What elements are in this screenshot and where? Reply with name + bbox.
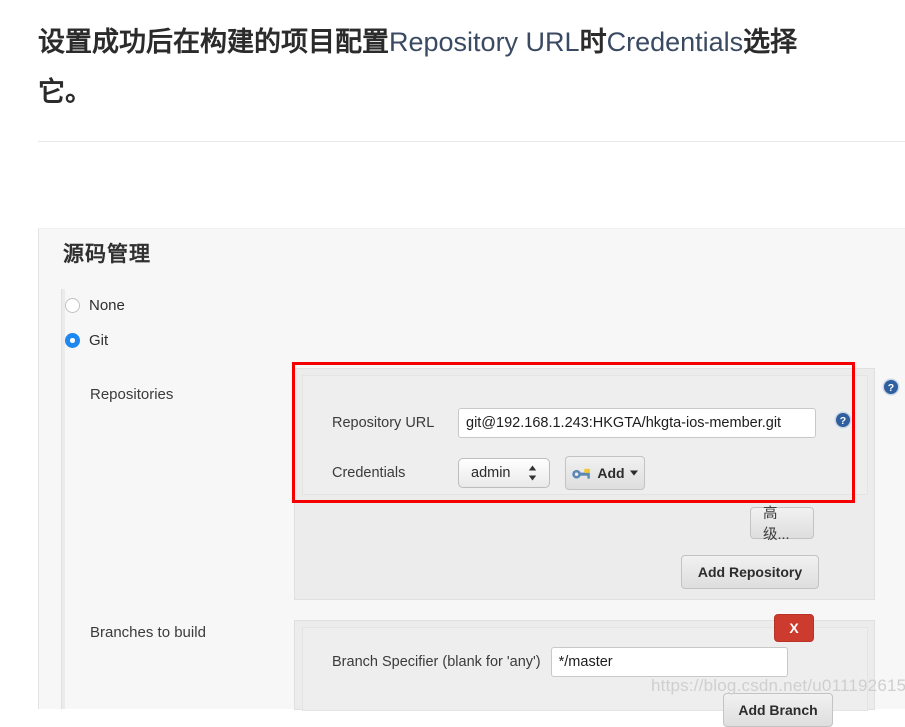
radio-group-rail bbox=[61, 289, 65, 709]
repository-url-row: Repository URL bbox=[332, 408, 816, 438]
branch-specifier-label: Branch Specifier (blank for 'any') bbox=[332, 654, 541, 670]
credentials-select[interactable]: admin bbox=[458, 458, 550, 488]
heading-en-repository-url: Repository URL bbox=[389, 27, 580, 57]
radio-none-icon[interactable] bbox=[65, 298, 80, 313]
scm-option-git[interactable]: Git bbox=[65, 332, 108, 349]
add-branch-button[interactable]: Add Branch bbox=[723, 693, 833, 727]
add-credentials-button[interactable]: Add bbox=[565, 456, 645, 490]
chevron-down-icon bbox=[629, 470, 638, 476]
credentials-label: Credentials bbox=[332, 465, 406, 481]
heading-cn-c: 选择 bbox=[743, 27, 798, 57]
svg-text:?: ? bbox=[840, 415, 846, 427]
scm-option-none-label: None bbox=[89, 297, 125, 314]
heading-cn-b: 时 bbox=[579, 27, 607, 57]
add-credentials-label: Add bbox=[597, 465, 625, 481]
branch-specifier-input[interactable] bbox=[550, 647, 788, 677]
scm-option-git-label: Git bbox=[89, 332, 109, 349]
heading-cn-a: 设置成功后在构建的项目配置 bbox=[38, 27, 389, 57]
repositories-section-label: Repositories bbox=[90, 386, 174, 403]
credentials-select-value: admin bbox=[471, 465, 511, 481]
horizontal-divider bbox=[38, 141, 905, 142]
svg-text:?: ? bbox=[888, 382, 894, 394]
scm-option-none[interactable]: None bbox=[65, 297, 125, 314]
help-icon-repositories[interactable]: ? bbox=[882, 378, 900, 396]
heading-line-2: 它。 bbox=[38, 77, 92, 107]
repository-url-label: Repository URL bbox=[332, 415, 435, 431]
page-title: 源码管理 bbox=[63, 243, 151, 266]
advanced-button[interactable]: 高级... bbox=[750, 506, 814, 543]
delete-branch-button[interactable]: X bbox=[774, 614, 814, 642]
heading-line-1: 设置成功后在构建的项目配置Repository URL时Credentials选… bbox=[38, 14, 905, 70]
heading-en-credentials: Credentials bbox=[606, 27, 744, 57]
key-icon bbox=[572, 468, 591, 479]
article-heading: 设置成功后在构建的项目配置Repository URL时Credentials选… bbox=[38, 14, 905, 126]
credentials-row: Credentials admin bbox=[332, 458, 550, 488]
stepper-arrows-icon bbox=[528, 465, 537, 481]
branch-specifier-row: Branch Specifier (blank for 'any') bbox=[332, 647, 788, 677]
add-repository-button[interactable]: Add Repository bbox=[681, 555, 819, 589]
help-icon-repository-url[interactable]: ? bbox=[834, 411, 852, 429]
repository-url-input[interactable] bbox=[458, 408, 816, 438]
radio-git-icon[interactable] bbox=[65, 333, 80, 348]
branches-section-label: Branches to build bbox=[90, 624, 206, 641]
